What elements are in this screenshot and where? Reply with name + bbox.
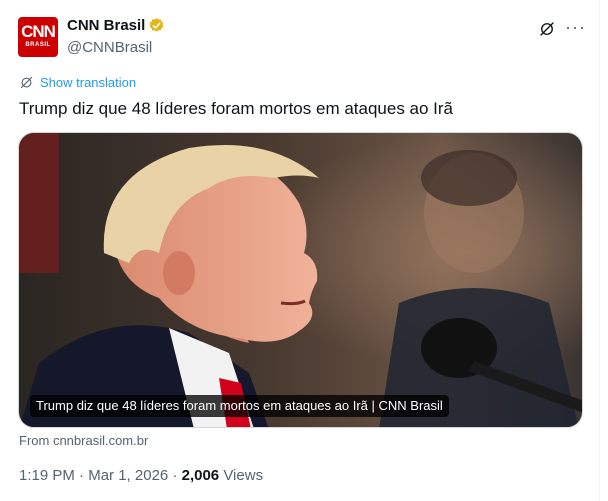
views-count: 2,006	[181, 467, 220, 484]
verified-badge-icon	[149, 18, 164, 32]
photo-trump-speaking	[19, 133, 582, 427]
tweet-date[interactable]: Mar 1, 2026	[88, 467, 168, 484]
translate-icon	[20, 76, 33, 89]
avatar-logo-subtext: BRASIL	[25, 42, 51, 48]
tweet-card: CNN BRASIL CNN Brasil @CNNBrasil ··· Sho…	[0, 0, 600, 501]
meta-separator: ·	[79, 467, 85, 484]
tweet-time[interactable]: 1:19 PM	[19, 467, 75, 484]
meta-separator: ·	[172, 467, 178, 484]
views-label: Views	[223, 467, 264, 484]
grok-icon[interactable]	[538, 20, 556, 38]
link-source[interactable]: From cnnbrasil.com.br	[19, 433, 148, 448]
avatar[interactable]: CNN BRASIL	[18, 17, 58, 57]
media-card-image[interactable]	[18, 132, 583, 428]
author-name[interactable]: CNN Brasil	[67, 17, 145, 34]
tweet-text: Trump diz que 48 líderes foram mortos em…	[19, 99, 454, 118]
author-name-row[interactable]: CNN Brasil	[67, 17, 165, 34]
author-handle[interactable]: @CNNBrasil	[67, 39, 152, 56]
more-options-button[interactable]: ···	[565, 18, 586, 36]
media-caption: Trump diz que 48 líderes foram mortos em…	[30, 395, 449, 417]
show-translation-label: Show translation	[40, 75, 137, 90]
show-translation-link[interactable]: Show translation	[19, 75, 136, 90]
avatar-logo-text: CNN	[21, 22, 56, 41]
tweet-meta: 1:19 PM · Mar 1, 2026 · 2,006 Views	[19, 467, 263, 484]
